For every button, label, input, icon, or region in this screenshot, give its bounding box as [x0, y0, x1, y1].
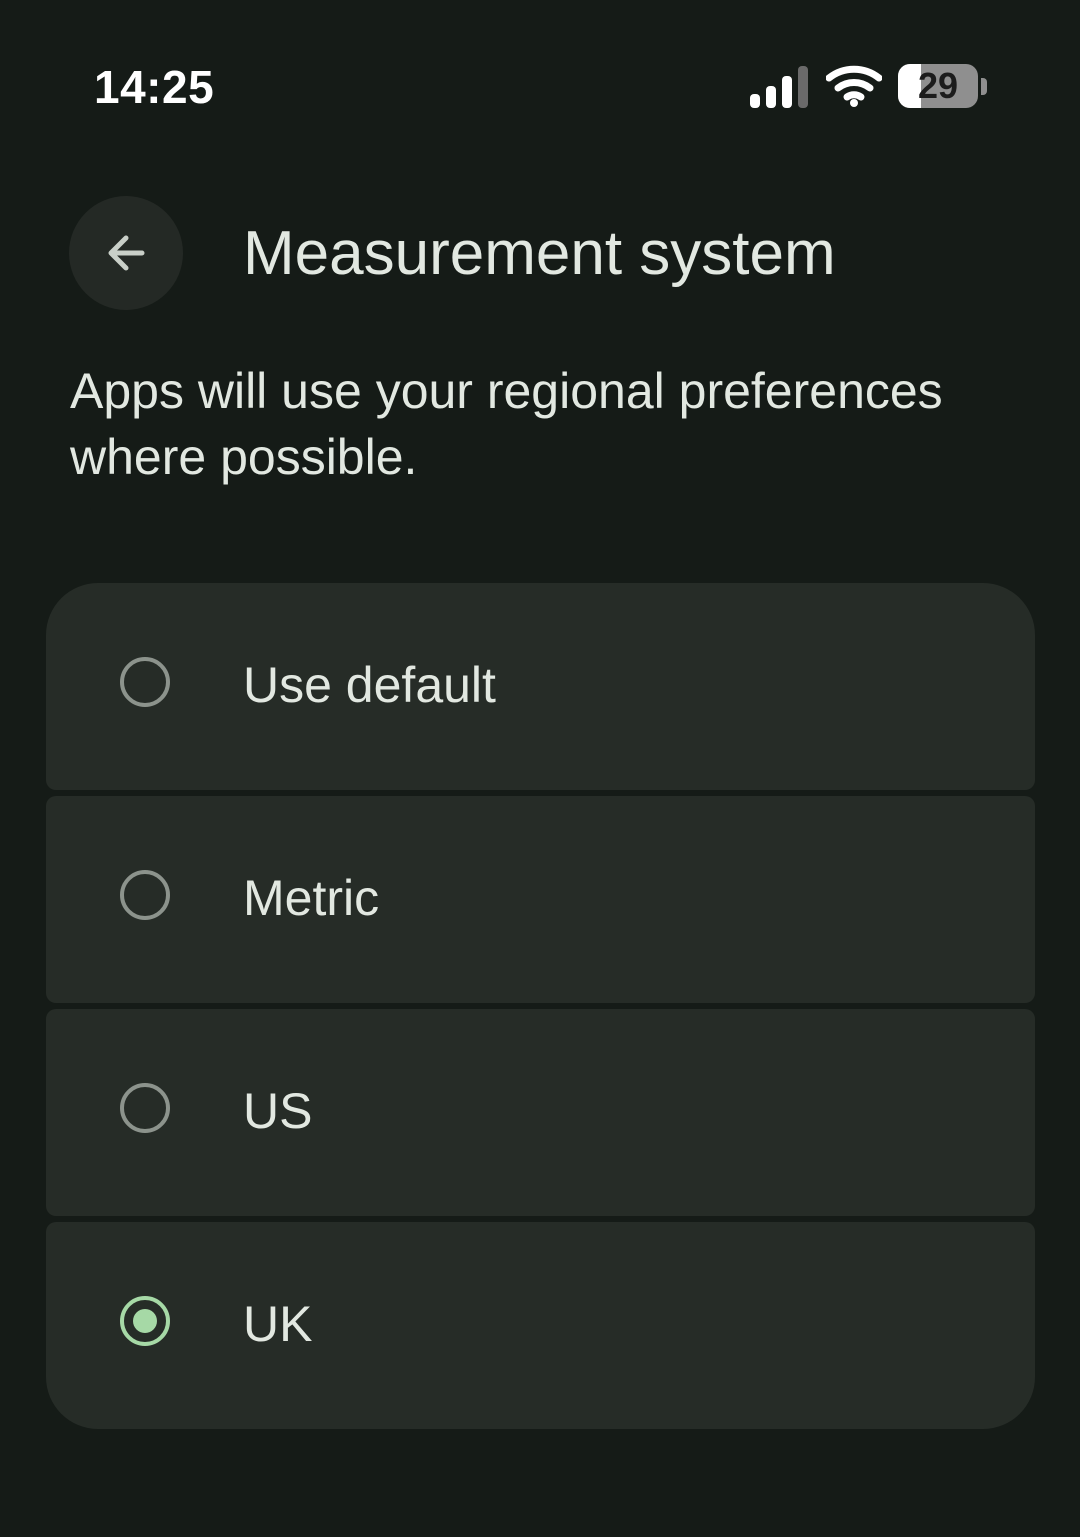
description-text: Apps will use your regional preferences … [70, 363, 943, 485]
option-label: US [243, 1083, 313, 1139]
option-use-default[interactable]: Use default [46, 583, 1035, 790]
radio-button[interactable] [120, 870, 170, 920]
measurement-options-list: Use default Metric US UK [46, 583, 1035, 1429]
battery-icon: 29 [898, 64, 990, 110]
signal-icon [750, 66, 808, 108]
radio-button-selected[interactable] [120, 1296, 170, 1346]
option-metric[interactable]: Metric [46, 796, 1035, 1003]
radio-button[interactable] [120, 1083, 170, 1133]
radio-button[interactable] [120, 657, 170, 707]
option-label: Metric [243, 870, 380, 926]
status-bar: 14:25 29 [0, 0, 1080, 160]
option-uk[interactable]: UK [46, 1222, 1035, 1429]
status-time: 14:25 [94, 61, 215, 113]
page-title: Measurement system [243, 219, 836, 288]
option-us[interactable]: US [46, 1009, 1035, 1216]
wifi-icon [826, 65, 882, 107]
battery-level: 29 [917, 65, 959, 106]
option-label: UK [243, 1296, 313, 1352]
option-label: Use default [243, 657, 496, 713]
back-button[interactable] [69, 196, 183, 310]
arrow-back-icon [108, 235, 145, 271]
